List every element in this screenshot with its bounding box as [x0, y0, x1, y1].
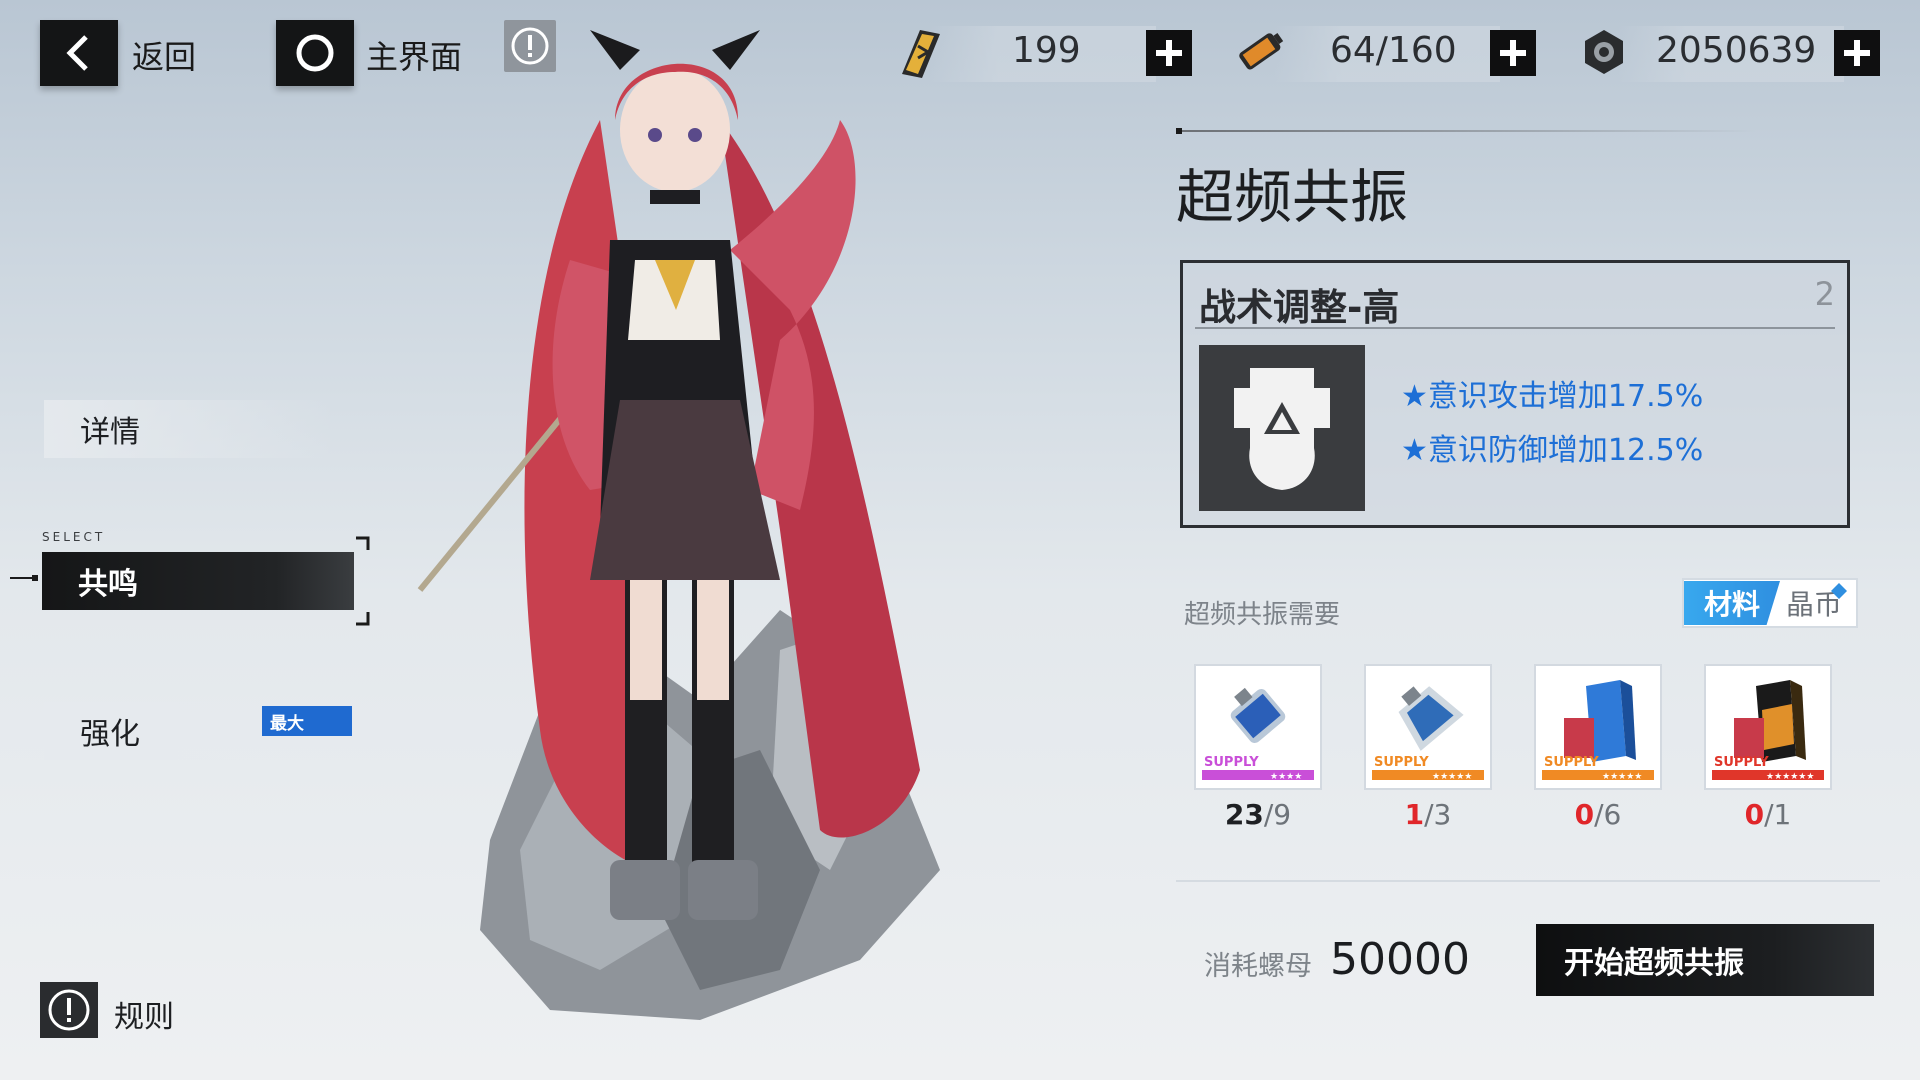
add-battery-button[interactable]: [1490, 30, 1536, 76]
tab-materials[interactable]: 材料: [1684, 581, 1780, 625]
material-item-3[interactable]: SUPPLY ★★★★★: [1534, 664, 1662, 790]
title-line: [1176, 130, 1756, 132]
circle-home-icon: [296, 34, 334, 72]
chevron-left-icon: [66, 35, 88, 71]
armor-emblem-icon: [1234, 368, 1330, 490]
bottom-divider: [1176, 880, 1880, 882]
material-count-2: 1/3: [1404, 798, 1452, 831]
plus-icon: [1156, 40, 1182, 66]
star-icon: ★: [1401, 433, 1428, 468]
character-portrait: [417, 30, 940, 1020]
back-label[interactable]: 返回: [132, 32, 196, 78]
rules-button[interactable]: [40, 982, 98, 1038]
cost-tab-group: 材料 晶币: [1682, 578, 1858, 628]
skill-name: 战术调整-高: [1199, 286, 1400, 329]
back-button[interactable]: [40, 20, 118, 86]
exclamation-icon: [48, 989, 90, 1031]
skill-divider: [1195, 327, 1835, 329]
skill-card: 战术调整-高 2 ★意识攻击增加17.5% ★意识防御增加12.5%: [1180, 260, 1850, 528]
diamond-icon: [1831, 583, 1847, 599]
material-item-2[interactable]: SUPPLY ★★★★★: [1364, 664, 1492, 790]
resource-value-3: 2050639: [1656, 30, 1817, 71]
skill-level: 2: [1814, 275, 1835, 313]
plus-icon: [1500, 40, 1526, 66]
material-item-1[interactable]: SUPPLY ★★★★: [1194, 664, 1322, 790]
cost-value: 50000: [1330, 934, 1470, 985]
svg-text:★★★★: ★★★★: [1270, 772, 1302, 782]
plus-icon: [1844, 40, 1870, 66]
start-overclock-button[interactable]: 开始超频共振: [1536, 924, 1874, 996]
home-button[interactable]: [276, 20, 354, 86]
supply-box-blue-icon: SUPPLY ★★★★★: [1542, 680, 1654, 782]
skill-effect-1: ★意识攻击增加17.5%: [1401, 379, 1704, 414]
supply-box-gold-icon: SUPPLY ★★★★★★: [1712, 680, 1824, 782]
resource-value-2: 64/160: [1330, 30, 1457, 71]
material-count-4: 0/1: [1744, 798, 1792, 831]
battery-icon: [1239, 32, 1284, 70]
page-title: 超频共振: [1176, 163, 1409, 231]
add-ticket-button[interactable]: [1146, 30, 1192, 76]
svg-text:★★★★★: ★★★★★: [1432, 772, 1472, 782]
selection-bracket-icon: [10, 536, 370, 626]
title-dot: [1176, 128, 1182, 134]
svg-text:★★★★★: ★★★★★: [1602, 772, 1642, 782]
menu-details[interactable]: 详情: [44, 400, 334, 458]
add-nut-button[interactable]: [1834, 30, 1880, 76]
menu-details-label: 详情: [80, 415, 140, 450]
screw-nut-icon: [1585, 30, 1623, 74]
supply-cone-icon: SUPPLY ★★★★★: [1372, 686, 1484, 782]
menu-enhance-label: 强化: [80, 717, 140, 752]
star-icon: ★: [1401, 379, 1428, 414]
skill-effect-2: ★意识防御增加12.5%: [1401, 433, 1704, 468]
max-badge: 最大: [262, 706, 352, 736]
svg-text:★★★★★★: ★★★★★★: [1766, 772, 1814, 782]
svg-text:SUPPLY: SUPPLY: [1204, 755, 1259, 770]
skill-icon-frame: [1199, 345, 1365, 511]
resource-value-1: 199: [1012, 30, 1081, 71]
cost-label: 消耗螺母: [1204, 951, 1312, 982]
svg-text:SUPPLY: SUPPLY: [1544, 755, 1599, 770]
supply-canister-icon: SUPPLY ★★★★: [1202, 687, 1314, 782]
svg-text:SUPPLY: SUPPLY: [1374, 755, 1429, 770]
material-count-3: 0/6: [1574, 798, 1622, 831]
requirements-label: 超频共振需要: [1184, 600, 1341, 630]
svg-text:SUPPLY: SUPPLY: [1714, 755, 1769, 770]
material-item-4[interactable]: SUPPLY ★★★★★★: [1704, 664, 1832, 790]
start-button-label: 开始超频共振: [1564, 946, 1744, 981]
rules-label[interactable]: 规则: [114, 992, 174, 1036]
material-count-1: 23/9: [1224, 798, 1292, 831]
